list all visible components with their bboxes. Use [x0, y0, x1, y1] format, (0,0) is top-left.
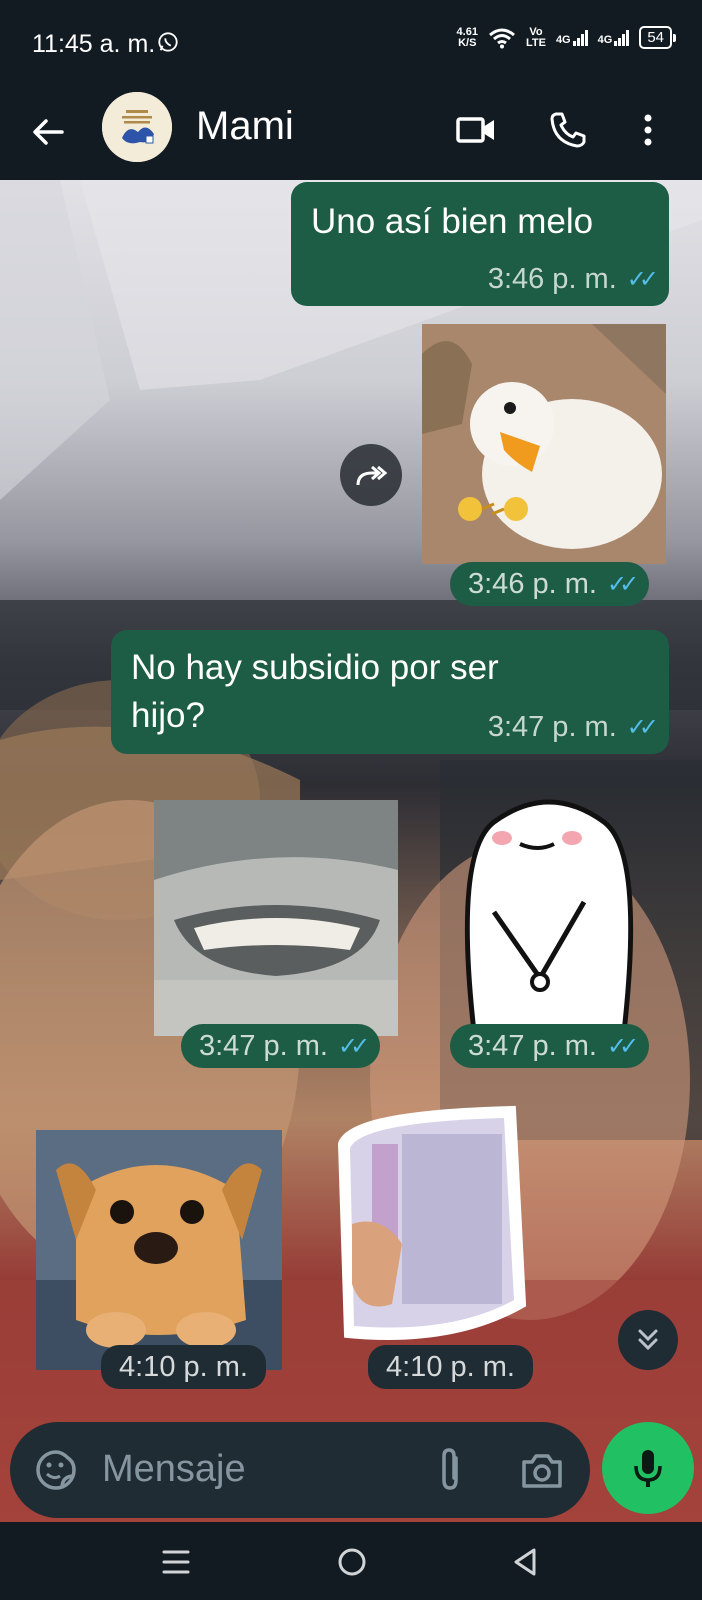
- signal-1: 4G: [556, 29, 588, 46]
- puppy-sticker[interactable]: [36, 1130, 282, 1370]
- recents-menu-icon[interactable]: [156, 1542, 196, 1582]
- shark-sticker-image: [154, 800, 398, 1036]
- duck-sticker[interactable]: [422, 324, 666, 564]
- signal-2: 4G: [598, 29, 630, 46]
- video-call-icon[interactable]: [454, 108, 498, 152]
- status-time: 11:45 a. m.: [32, 30, 156, 58]
- duck-sticker-image: [422, 324, 666, 564]
- message-text-line2: hijo?: [131, 696, 205, 735]
- message-meta: 3:47 p. m. ✓✓: [487, 711, 659, 744]
- avatar-image: [102, 92, 172, 162]
- money-sticker-image: [337, 1105, 527, 1340]
- sticker-timestamp: 4:10 p. m.: [101, 1345, 266, 1389]
- read-ticks-icon: ✓✓: [626, 266, 659, 293]
- system-nav-bar: [0, 1522, 702, 1600]
- message-meta: 3:46 p. m. ✓✓: [487, 263, 659, 296]
- read-ticks-icon: ✓✓: [626, 714, 659, 741]
- chat-header: Mami: [0, 90, 702, 180]
- message-input[interactable]: Mensaje: [102, 1448, 246, 1491]
- contact-avatar[interactable]: [102, 92, 172, 162]
- message-input-bar: Mensaje: [10, 1422, 590, 1518]
- camera-icon[interactable]: [520, 1448, 564, 1492]
- voice-message-button[interactable]: [602, 1422, 694, 1514]
- forward-button[interactable]: [340, 444, 402, 506]
- double-chevron-down-icon: [638, 1329, 658, 1351]
- chat-area[interactable]: Uno así bien melo 3:46 p. m. ✓✓ 3:46 p. …: [0, 180, 702, 1522]
- back-arrow-icon[interactable]: [28, 112, 68, 152]
- contact-name[interactable]: Mami: [196, 104, 294, 149]
- home-icon[interactable]: [332, 1542, 372, 1582]
- volte-indicator: Vo LTE: [525, 25, 546, 49]
- message-text-line1: No hay subsidio por ser: [131, 648, 499, 687]
- sticker-timestamp: 3:47 p. m. ✓✓: [450, 1024, 650, 1068]
- forward-icon: [356, 465, 388, 486]
- blob-sticker-image: [464, 799, 634, 1032]
- shark-smile-sticker[interactable]: [154, 800, 398, 1036]
- whatsapp-icon: [158, 32, 178, 52]
- sticker-timestamp: 3:46 p. m. ✓✓: [450, 562, 650, 606]
- read-ticks-icon: ✓✓: [337, 1032, 370, 1060]
- puppy-sticker-image: [36, 1130, 282, 1370]
- signal-bars-icon: [572, 29, 588, 46]
- blob-character-sticker[interactable]: [454, 792, 644, 1032]
- read-ticks-icon: ✓✓: [606, 570, 639, 598]
- wifi-icon: [489, 28, 515, 48]
- signal-bars-icon: [614, 29, 630, 46]
- message-bubble-outgoing[interactable]: Uno así bien melo 3:46 p. m. ✓✓: [291, 182, 669, 306]
- money-stack-sticker[interactable]: [332, 1104, 528, 1344]
- message-time: 3:46 p. m.: [487, 263, 617, 295]
- network-speed: 4.61 K/S: [456, 25, 478, 49]
- sticker-timestamp: 3:47 p. m. ✓✓: [181, 1024, 381, 1068]
- phone-icon[interactable]: [546, 108, 590, 152]
- attach-icon[interactable]: [428, 1446, 472, 1494]
- more-vertical-icon[interactable]: [626, 108, 670, 152]
- scroll-to-bottom-button[interactable]: [618, 1310, 678, 1370]
- back-triangle-icon[interactable]: [506, 1542, 546, 1582]
- battery-indicator: 54: [639, 26, 676, 49]
- sticker-timestamp: 4:10 p. m.: [368, 1345, 533, 1389]
- sticker-emoji-icon[interactable]: [34, 1448, 78, 1492]
- message-bubble-outgoing[interactable]: No hay subsidio por ser hijo? 3:47 p. m.…: [111, 630, 669, 754]
- message-text: Uno así bien melo: [311, 202, 594, 241]
- read-ticks-icon: ✓✓: [606, 1032, 639, 1060]
- microphone-icon: [634, 1450, 662, 1487]
- status-bar: 11:45 a. m. 4.61 K/S Vo LTE 4G 4G 54: [0, 0, 702, 90]
- message-time: 3:47 p. m.: [487, 711, 617, 743]
